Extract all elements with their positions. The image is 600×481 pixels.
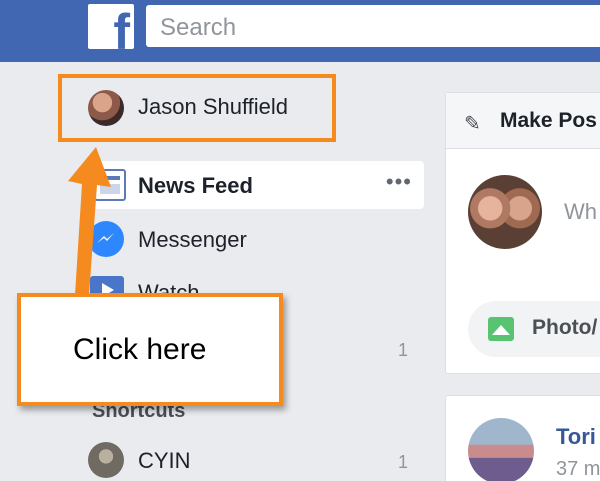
messenger-icon: [88, 221, 124, 257]
feed-post-card: Tori 37 m: [445, 395, 600, 481]
top-bar: f Search: [0, 0, 600, 62]
more-options-icon[interactable]: •••: [386, 169, 412, 195]
item-count-badge: 1: [398, 340, 409, 360]
search-input[interactable]: Search: [146, 5, 600, 47]
callout-box: Click here: [17, 293, 283, 406]
post-timestamp[interactable]: 37 m: [556, 458, 600, 481]
sidebar-item-messenger[interactable]: Messenger: [86, 215, 424, 263]
search-placeholder: Search: [160, 14, 237, 41]
facebook-logo-icon[interactable]: f: [88, 4, 134, 49]
avatar[interactable]: [468, 418, 534, 481]
shortcut-count-badge: 1: [398, 452, 409, 472]
post-author[interactable]: Tori: [556, 424, 596, 450]
shortcut-label: CYIN: [138, 448, 191, 473]
sidebar-item-label: Messenger: [138, 227, 247, 252]
callout-text: Click here: [73, 333, 207, 366]
make-post-tab[interactable]: Make Pos: [500, 109, 597, 133]
logo-letter: f: [113, 4, 130, 49]
photo-icon: [488, 317, 514, 341]
avatar: [468, 175, 542, 249]
highlight-box: [58, 74, 336, 142]
photo-label: Photo/: [532, 316, 598, 339]
photo-video-button[interactable]: Photo/: [468, 301, 600, 357]
sidebar-item-news-feed[interactable]: News Feed •••: [86, 161, 424, 209]
pencil-icon: ✎: [464, 113, 481, 135]
composer-card: ✎ Make Pos Wh Photo/: [445, 92, 600, 374]
group-avatar: [88, 442, 124, 478]
composer-input[interactable]: Wh: [564, 199, 597, 225]
news-feed-icon: [94, 169, 126, 201]
composer-header: ✎ Make Pos: [446, 93, 600, 149]
sidebar-item-label: News Feed: [138, 173, 253, 198]
shortcut-item-cyin[interactable]: CYIN: [86, 436, 424, 481]
